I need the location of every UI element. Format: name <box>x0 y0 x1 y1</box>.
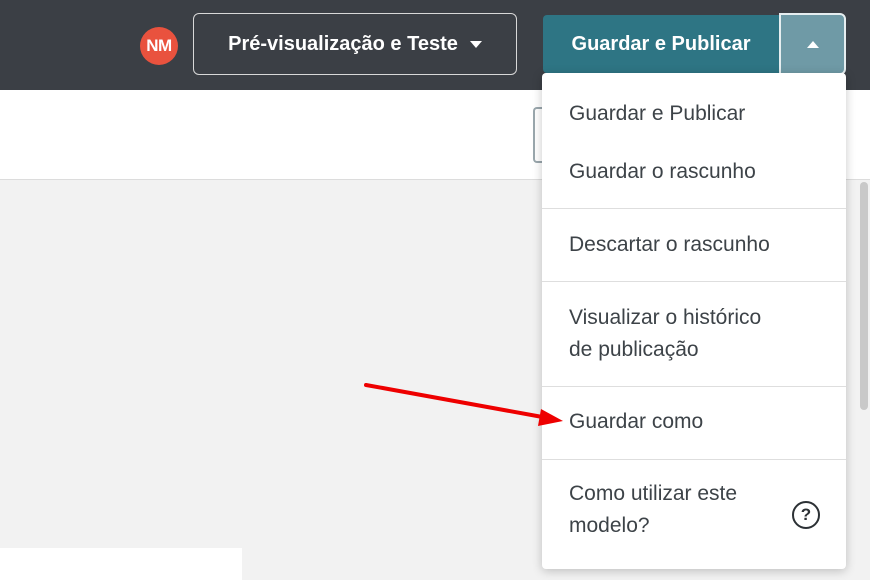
menu-divider <box>542 281 846 282</box>
menu-item-view-publish-history[interactable]: Visualizar o histórico de publicação <box>542 302 846 366</box>
save-and-publish-button[interactable]: Guardar e Publicar <box>543 15 779 73</box>
preview-and-test-label: Pré-visualização e Teste <box>228 32 458 55</box>
annotation-arrow <box>364 383 563 426</box>
menu-item-save-and-publish[interactable]: Guardar e Publicar <box>542 98 846 130</box>
menu-divider <box>542 208 846 209</box>
menu-divider <box>542 386 846 387</box>
publish-options-toggle[interactable] <box>779 13 846 75</box>
canvas-card <box>0 548 242 580</box>
user-avatar[interactable]: NM <box>140 27 178 65</box>
publish-dropdown-menu: Guardar e Publicar Guardar o rascunho De… <box>542 73 846 569</box>
chevron-up-icon <box>806 40 819 48</box>
menu-item-discard-draft[interactable]: Descartar o rascunho <box>542 229 846 261</box>
menu-item-save-draft[interactable]: Guardar o rascunho <box>542 156 846 188</box>
preview-and-test-button[interactable]: Pré-visualização e Teste <box>193 13 517 75</box>
scrollbar-thumb[interactable] <box>860 182 868 410</box>
question-circle-icon[interactable]: ? <box>792 501 820 529</box>
menu-divider <box>542 459 846 460</box>
chevron-down-icon <box>469 40 482 48</box>
menu-item-save-as[interactable]: Guardar como <box>542 406 846 438</box>
scrollbar[interactable] <box>857 182 870 580</box>
